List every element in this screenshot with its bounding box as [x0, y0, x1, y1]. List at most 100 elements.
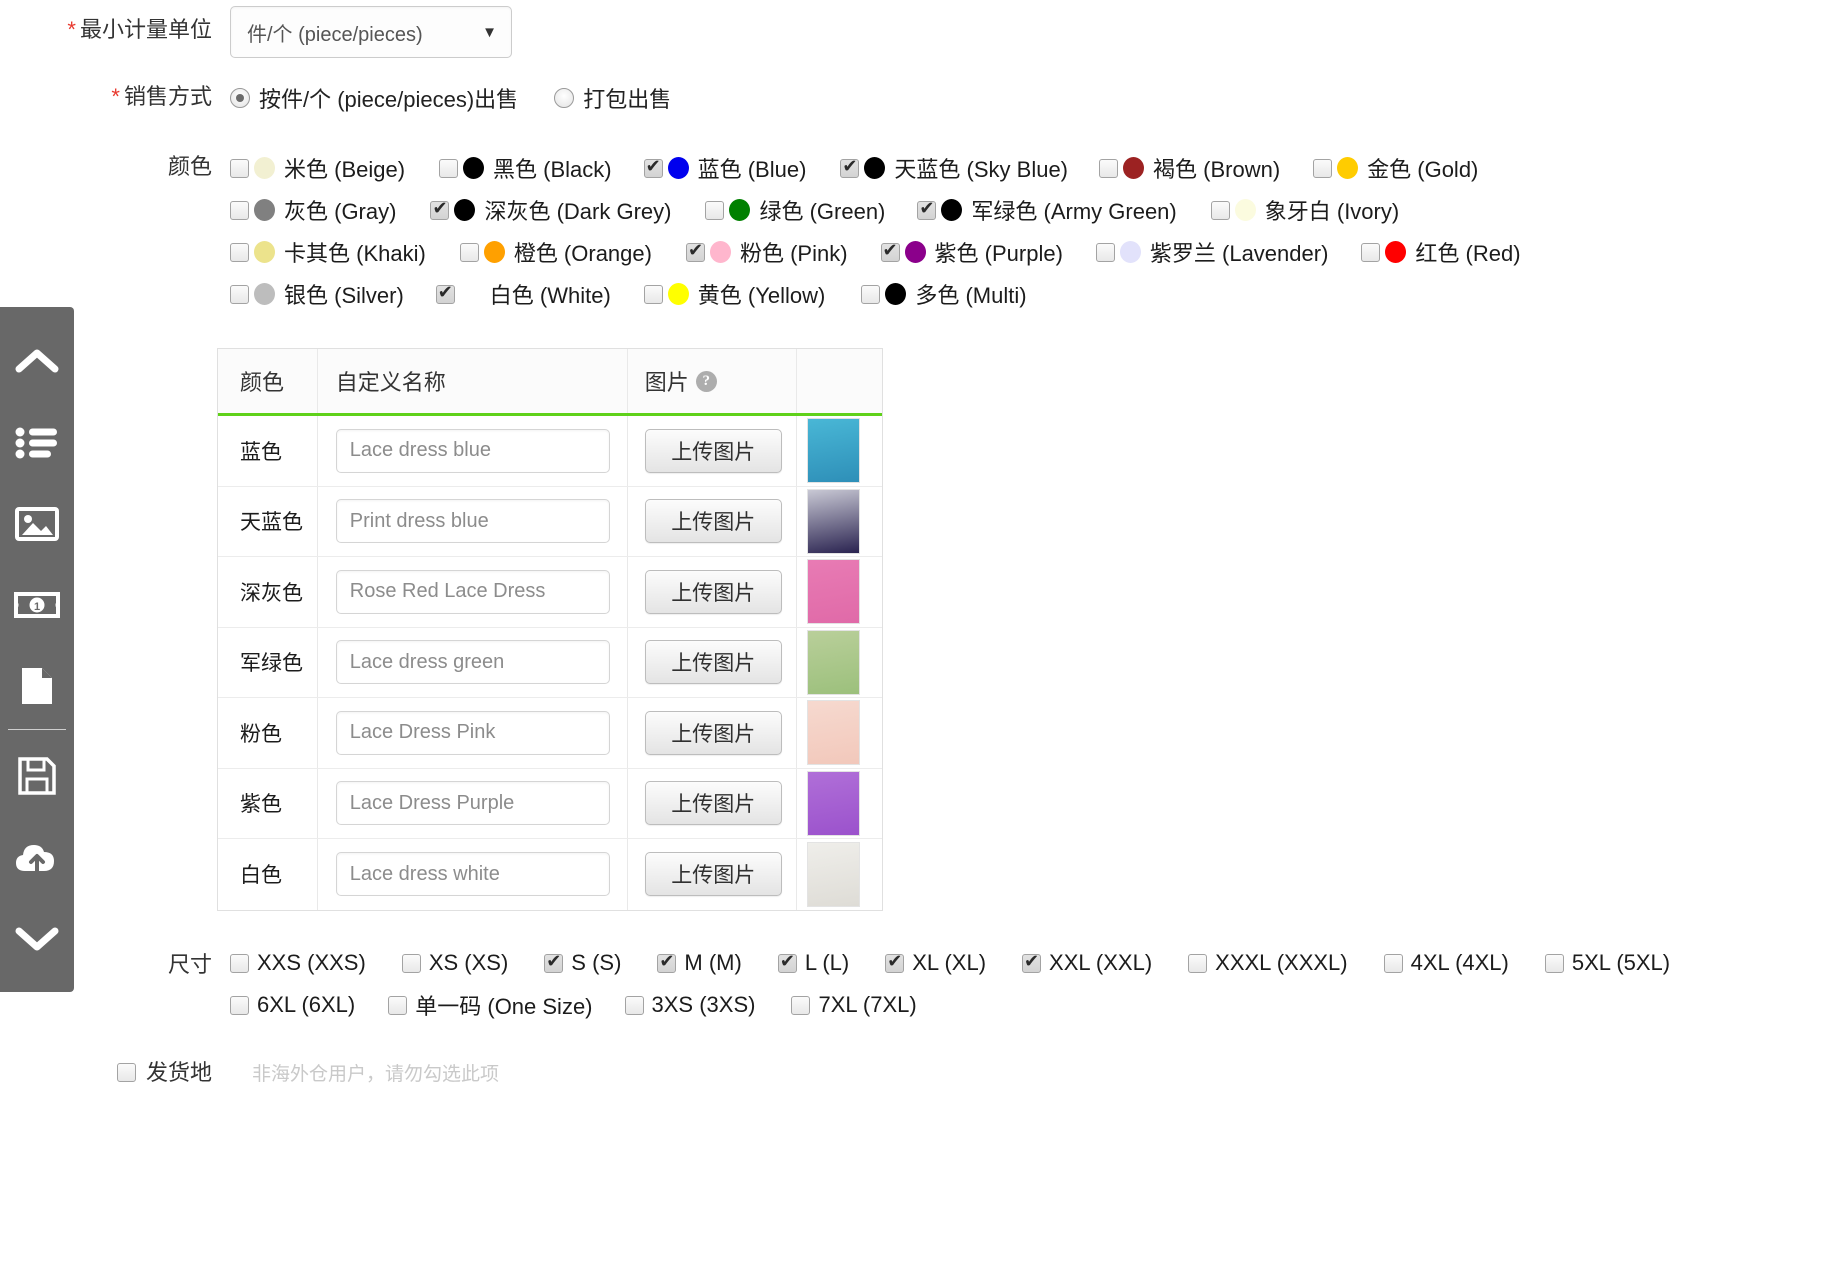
color-checkbox[interactable] [230, 158, 249, 178]
size-option[interactable]: XL (XL) [885, 950, 986, 976]
custom-name-input[interactable]: Rose Red Lace Dress [335, 569, 610, 614]
size-checkbox[interactable] [1188, 953, 1208, 973]
color-checkbox[interactable] [705, 200, 725, 220]
size-checkbox[interactable] [791, 995, 811, 1015]
color-option[interactable]: 米色 (Beige) [230, 152, 405, 184]
size-checkbox[interactable] [1383, 953, 1403, 973]
color-option[interactable]: 黄色 (Yellow) [643, 278, 825, 310]
color-option[interactable]: 粉色 (Pink) [685, 236, 848, 268]
price-button[interactable]: 1 [0, 564, 74, 645]
scroll-up-button[interactable] [0, 321, 74, 402]
size-option[interactable]: XXL (XXL) [1022, 950, 1152, 976]
product-thumbnail[interactable] [807, 418, 861, 484]
color-option[interactable]: 天蓝色 (Sky Blue) [840, 152, 1068, 184]
color-option[interactable]: 黑色 (Black) [439, 152, 612, 184]
upload-image-button[interactable]: 上传图片 [644, 640, 782, 685]
size-checkbox[interactable] [544, 951, 564, 973]
upload-image-button[interactable]: 上传图片 [644, 428, 782, 473]
size-checkbox[interactable] [777, 951, 797, 973]
color-checkbox[interactable] [230, 200, 249, 220]
product-thumbnail[interactable] [807, 629, 861, 695]
color-option[interactable]: 蓝色 (Blue) [643, 152, 806, 184]
color-option[interactable]: 银色 (Silver) [230, 278, 404, 310]
product-thumbnail[interactable] [807, 700, 861, 766]
color-option[interactable]: 军绿色 (Army Green) [917, 194, 1177, 226]
upload-image-button[interactable]: 上传图片 [644, 781, 782, 826]
sale-method-option-pack[interactable]: 打包出售 [554, 82, 671, 114]
description-button[interactable] [0, 645, 74, 726]
size-option[interactable]: M (M) [657, 950, 742, 976]
custom-name-input[interactable]: Lace dress blue [335, 428, 610, 473]
size-option[interactable]: 4XL (4XL) [1383, 950, 1509, 976]
color-option[interactable]: 象牙白 (Ivory) [1210, 194, 1399, 226]
product-thumbnail[interactable] [807, 488, 861, 554]
size-option[interactable]: XXS (XXS) [230, 950, 366, 976]
size-checkbox[interactable] [1544, 953, 1564, 973]
color-checkbox[interactable] [840, 156, 860, 178]
size-checkbox[interactable] [401, 953, 421, 973]
help-icon[interactable]: ? [695, 370, 717, 392]
color-checkbox[interactable] [685, 240, 705, 262]
unit-select[interactable]: 件/个 (piece/pieces) ▼ [230, 6, 512, 58]
color-checkbox[interactable] [880, 240, 900, 262]
color-option[interactable]: 褐色 (Brown) [1099, 152, 1280, 184]
upload-image-button[interactable]: 上传图片 [644, 499, 782, 544]
color-option[interactable]: 金色 (Gold) [1313, 152, 1478, 184]
color-option[interactable]: 红色 (Red) [1361, 236, 1521, 268]
upload-image-button[interactable]: 上传图片 [644, 710, 782, 755]
size-checkbox[interactable] [1022, 951, 1042, 973]
color-checkbox[interactable] [1313, 158, 1333, 178]
product-thumbnail[interactable] [807, 841, 861, 907]
publish-button[interactable] [0, 816, 74, 897]
size-option[interactable]: 3XS (3XS) [624, 992, 755, 1018]
size-option[interactable]: 5XL (5XL) [1544, 950, 1670, 976]
custom-name-input[interactable]: Lace dress white [335, 852, 610, 897]
color-option[interactable]: 白色 (White) [435, 278, 611, 310]
size-checkbox[interactable] [624, 995, 644, 1015]
color-checkbox[interactable] [230, 242, 249, 262]
upload-image-button[interactable]: 上传图片 [644, 852, 782, 897]
size-checkbox[interactable] [230, 953, 249, 973]
size-option[interactable]: 6XL (6XL) [230, 992, 355, 1018]
custom-name-input[interactable]: Print dress blue [335, 499, 610, 544]
radio-pack[interactable] [554, 88, 575, 108]
color-checkbox[interactable] [861, 284, 881, 304]
save-button[interactable] [0, 735, 74, 816]
color-option[interactable]: 多色 (Multi) [861, 278, 1027, 310]
color-checkbox[interactable] [439, 158, 459, 178]
shipping-checkbox[interactable] [116, 1063, 136, 1082]
color-option[interactable]: 卡其色 (Khaki) [230, 236, 426, 268]
color-option[interactable]: 灰色 (Gray) [230, 194, 396, 226]
size-option[interactable]: S (S) [544, 950, 621, 976]
color-checkbox[interactable] [917, 198, 937, 220]
color-checkbox[interactable] [643, 284, 663, 304]
color-checkbox[interactable] [435, 282, 455, 304]
color-option[interactable]: 橙色 (Orange) [459, 236, 652, 268]
custom-name-input[interactable]: Lace Dress Purple [335, 781, 610, 826]
size-checkbox[interactable] [388, 995, 408, 1015]
images-button[interactable] [0, 483, 74, 564]
color-checkbox[interactable] [1099, 158, 1119, 178]
attributes-list-button[interactable] [0, 402, 74, 483]
size-checkbox[interactable] [657, 951, 677, 973]
color-option[interactable]: 绿色 (Green) [705, 194, 885, 226]
color-checkbox[interactable] [459, 242, 479, 262]
sale-method-option-piece[interactable]: 按件/个 (piece/pieces)出售 [230, 82, 518, 114]
upload-image-button[interactable]: 上传图片 [644, 569, 782, 614]
color-checkbox[interactable] [230, 284, 249, 304]
size-checkbox[interactable] [230, 995, 249, 1015]
size-checkbox[interactable] [885, 951, 905, 973]
color-checkbox[interactable] [643, 156, 663, 178]
size-option[interactable]: L (L) [777, 950, 849, 976]
color-option[interactable]: 紫色 (Purple) [880, 236, 1063, 268]
size-option[interactable]: 7XL (7XL) [791, 992, 917, 1018]
color-checkbox[interactable] [1095, 242, 1115, 262]
custom-name-input[interactable]: Lace dress green [335, 640, 610, 685]
color-checkbox[interactable] [1361, 242, 1381, 262]
color-checkbox[interactable] [1210, 200, 1230, 220]
color-option[interactable]: 深灰色 (Dark Grey) [430, 194, 671, 226]
product-thumbnail[interactable] [807, 770, 861, 836]
custom-name-input[interactable]: Lace Dress Pink [335, 710, 610, 755]
size-option[interactable]: 单一码 (One Size) [388, 989, 593, 1021]
product-thumbnail[interactable] [807, 559, 861, 625]
